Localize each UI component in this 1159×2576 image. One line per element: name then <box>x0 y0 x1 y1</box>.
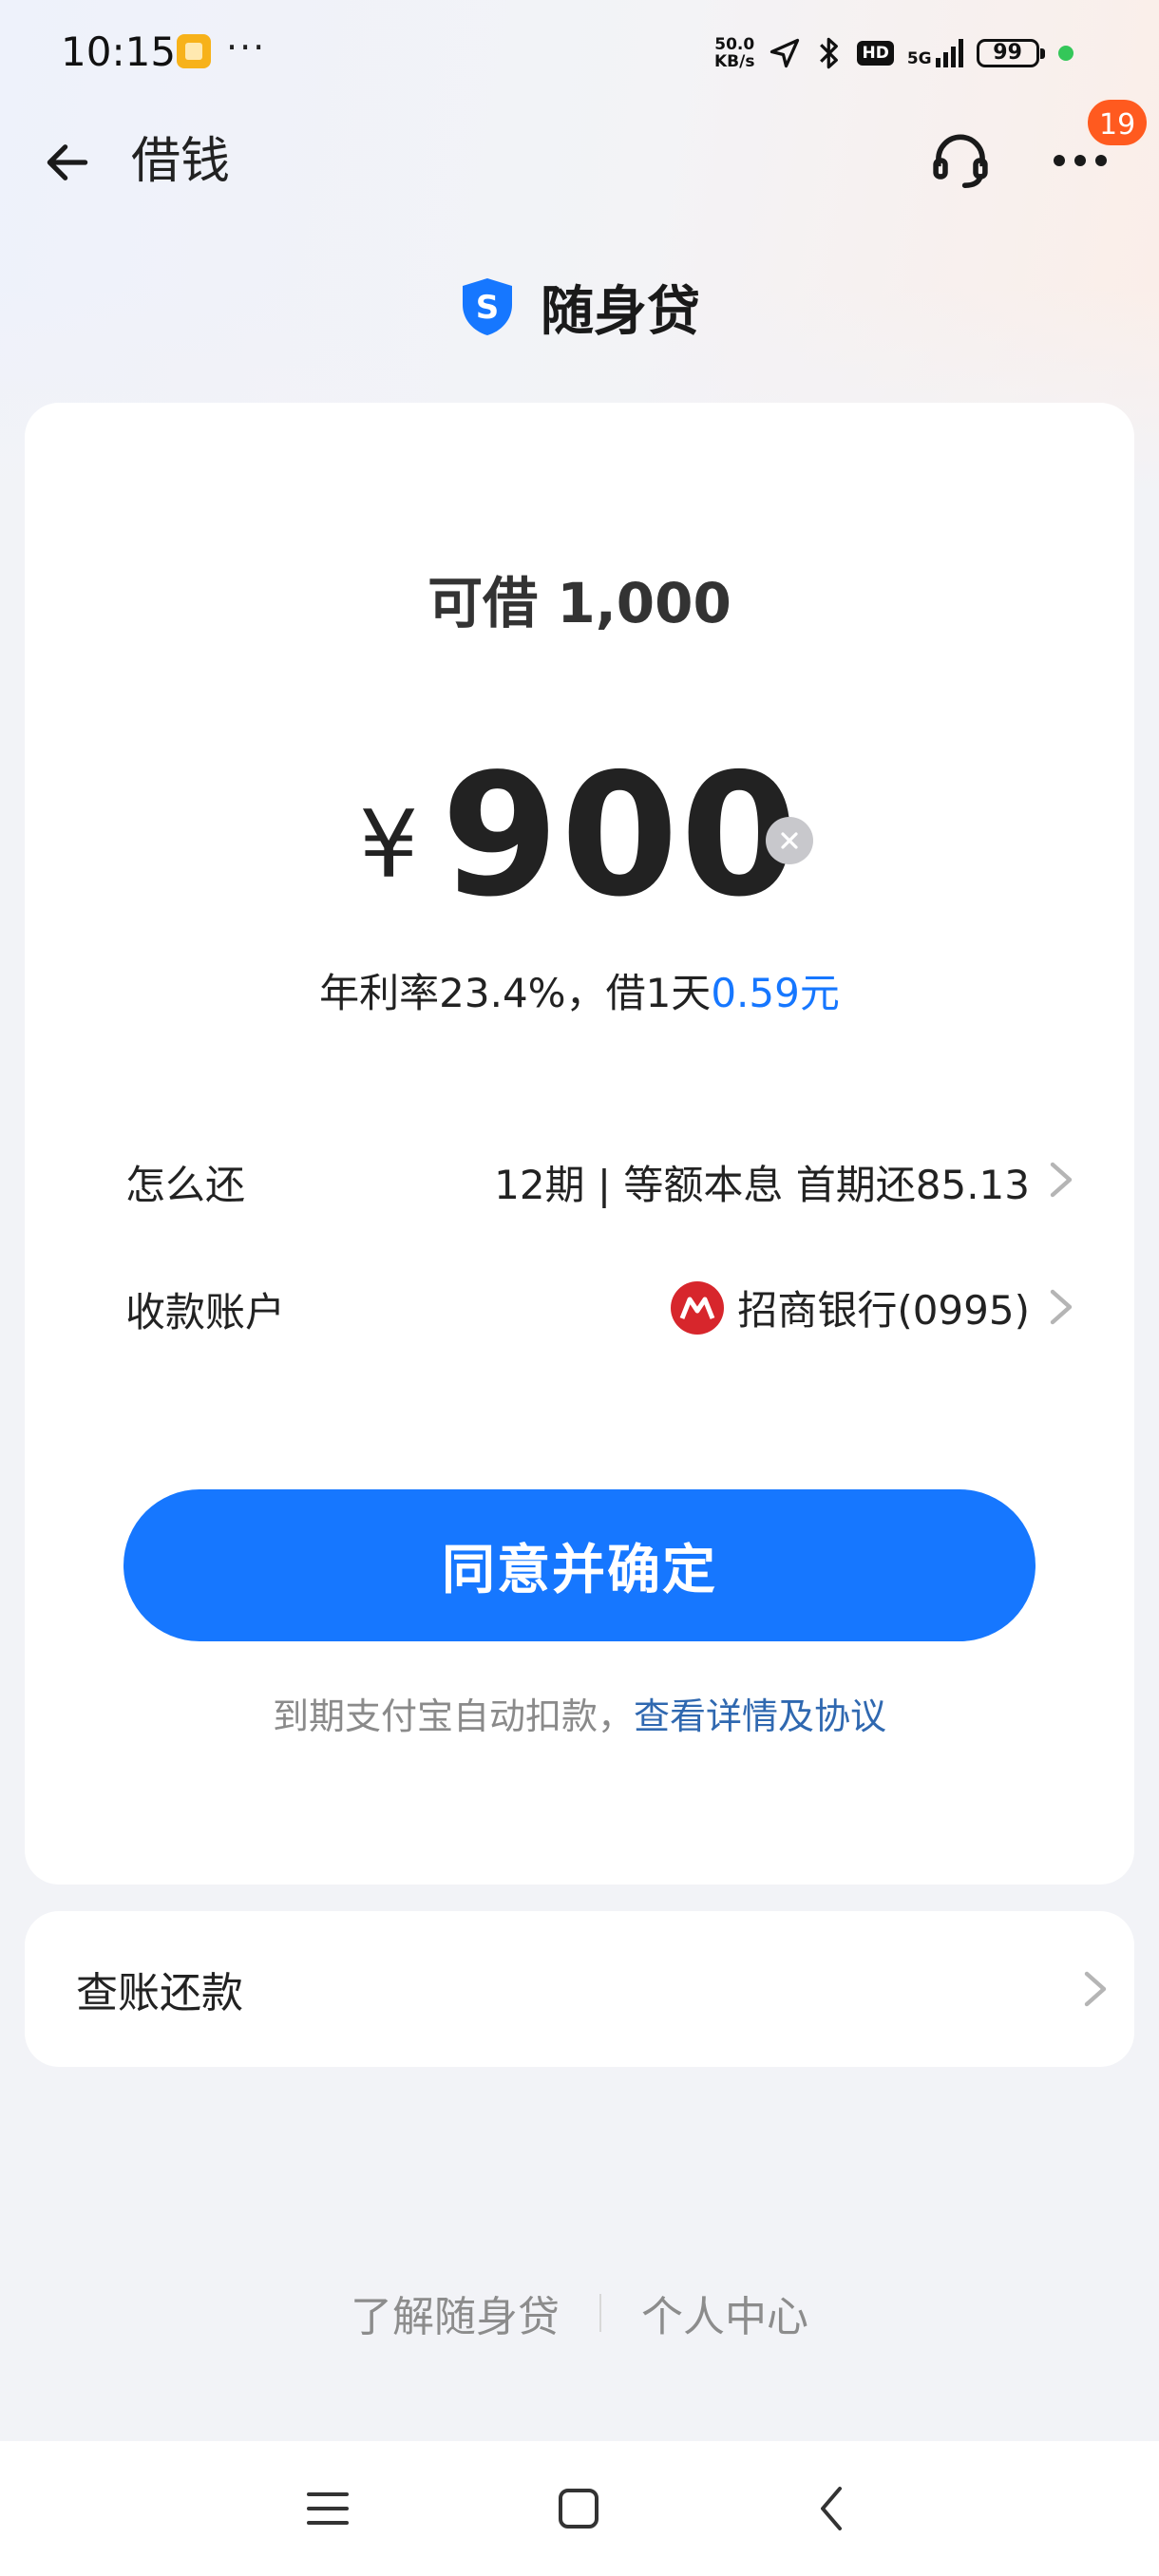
annual-rate-text: 年利率23.4%，借1天 <box>319 970 712 1016</box>
receiving-account-label: 收款账户 <box>125 1289 286 1335</box>
more-notifications-indicator: ··· <box>226 27 267 68</box>
menu-icon <box>307 2492 349 2525</box>
network-type: 5G <box>906 49 932 68</box>
signal-bars-icon <box>935 39 963 67</box>
headset-icon <box>933 134 988 188</box>
chevron-left-icon <box>821 2487 842 2530</box>
privacy-indicator-dot <box>1057 46 1074 61</box>
recent-apps-button[interactable] <box>293 2473 363 2544</box>
notification-badge: 19 <box>1085 97 1150 148</box>
repayment-method-row[interactable]: 12期 | 等额本息 首期还85.13 <box>494 1153 1030 1211</box>
auto-debit-notice: 到期支付宝自动扣款， <box>272 1695 634 1737</box>
back-button[interactable] <box>34 129 101 196</box>
agree-confirm-button[interactable]: 同意并确定 <box>124 1489 1036 1641</box>
cellular-signal: 5G <box>907 39 963 67</box>
battery-icon: 99 <box>976 39 1045 67</box>
currency-symbol: ¥ <box>359 791 419 900</box>
close-icon <box>781 832 798 849</box>
back-nav-button[interactable] <box>796 2473 866 2544</box>
learn-more-link[interactable]: 了解随身贷 <box>351 2282 560 2343</box>
bluetooth-icon <box>820 37 839 69</box>
product-header: S 随身贷 <box>0 274 1159 343</box>
more-dots-icon <box>1054 155 1107 166</box>
loan-amount-input[interactable]: ¥ 900 <box>0 750 1159 921</box>
chevron-right-icon <box>1050 1289 1073 1325</box>
home-button[interactable] <box>543 2473 614 2544</box>
personal-center-link[interactable]: 个人中心 <box>641 2282 808 2343</box>
shield-logo-icon: S <box>463 278 512 335</box>
footer-links: 了解随身贷 个人中心 <box>0 2280 1159 2346</box>
footer-divider <box>599 2294 601 2332</box>
receiving-account-row[interactable]: 招商银行(0995) <box>671 1279 1030 1336</box>
arrow-left-icon <box>47 144 88 180</box>
location-icon <box>770 38 800 68</box>
network-speed: 50.0 KB/s <box>714 35 755 71</box>
receiving-account-value: 招商银行(0995) <box>737 1287 1030 1334</box>
page-title: 借钱 <box>131 133 231 190</box>
loan-amount[interactable]: 900 <box>441 750 800 921</box>
chevron-right-icon <box>1084 1971 1107 2007</box>
customer-service-button[interactable] <box>925 125 996 196</box>
status-time: 10:15 <box>61 28 177 75</box>
square-home-icon <box>559 2489 598 2529</box>
repayment-method-value: 12期 | 等额本息 首期还85.13 <box>494 1162 1030 1208</box>
agreement-text: 到期支付宝自动扣款，查看详情及协议 <box>0 1687 1159 1739</box>
hd-call-badge: HD <box>857 41 894 66</box>
status-indicators: 50.0 KB/s HD 5G 99 <box>714 27 1074 80</box>
bank-logo-icon <box>671 1280 725 1335</box>
notes-app-icon <box>177 34 211 68</box>
interest-rate-info: 年利率23.4%，借1天0.59元 <box>0 961 1159 1019</box>
bill-repayment-label: 查账还款 <box>76 1969 243 2017</box>
product-name: 随身贷 <box>541 280 700 343</box>
daily-cost: 0.59元 <box>711 970 840 1016</box>
available-credit: 可借 1,000 <box>428 571 732 635</box>
clear-amount-button[interactable] <box>766 817 813 864</box>
repayment-method-label: 怎么还 <box>125 1162 246 1208</box>
chevron-right-icon <box>1050 1162 1073 1198</box>
svg-text:S: S <box>476 289 500 327</box>
agreement-link[interactable]: 查看详情及协议 <box>634 1695 886 1737</box>
